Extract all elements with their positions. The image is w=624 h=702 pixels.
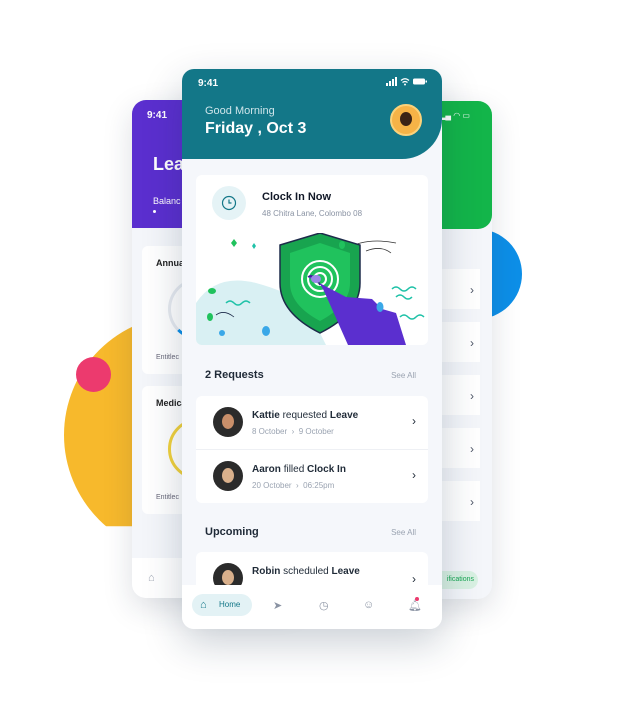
medical-entitled: Entitlec: [156, 494, 179, 501]
notification-dot: [415, 597, 419, 601]
tab-indicator: [153, 210, 156, 213]
status-icons: ▂▄ ◠ ▭: [439, 111, 470, 120]
request-summary: Aaron filled Clock In: [252, 464, 346, 475]
home-phone-screen: 9:41 Good Morning Friday , Oct 3 Clock I…: [182, 69, 442, 629]
smiley-icon[interactable]: ☺: [363, 599, 374, 611]
request-row[interactable]: Kattie requested Leave 8 October › 9 Oct…: [196, 396, 428, 449]
request-summary: Kattie requested Leave: [252, 410, 359, 421]
chevron-right-icon: ›: [470, 336, 474, 350]
annual-label: Annua: [156, 258, 184, 268]
decorative-pink-dot: [76, 357, 111, 392]
upcoming-title: Upcoming: [205, 526, 259, 538]
upcoming-summary: Robin scheduled Leave: [252, 566, 360, 577]
send-icon[interactable]: ➤: [273, 599, 282, 612]
fingerprint-illustration: [196, 233, 425, 345]
clock-in-location: 48 Chitra Lane, Colombo 08: [262, 209, 363, 218]
leave-title: Lea: [153, 154, 185, 174]
requests-list: Kattie requested Leave 8 October › 9 Oct…: [196, 396, 428, 503]
requests-title: 2 Requests: [205, 369, 264, 381]
bottom-nav: ⌂ Home ➤ ◷ ☺ 🔔︎: [182, 585, 442, 629]
status-time: 9:41: [198, 78, 219, 89]
chevron-right-icon: ›: [470, 389, 474, 403]
balance-tab[interactable]: Balanc: [153, 196, 181, 206]
request-dates: 8 October › 9 October: [252, 427, 334, 436]
avatar: [213, 461, 243, 491]
greeting-text: Good Morning: [205, 105, 275, 117]
current-date: Friday , Oct 3: [205, 120, 307, 137]
nav-home-label: Home: [219, 600, 241, 609]
chevron-right-icon[interactable]: ›: [412, 414, 416, 428]
avatar: [213, 407, 243, 437]
chevron-right-icon: ›: [470, 495, 474, 509]
clock-icon: [212, 186, 246, 220]
home-icon[interactable]: ⌂: [148, 572, 155, 584]
nav-home-button[interactable]: ⌂ Home: [192, 594, 252, 616]
user-avatar[interactable]: [390, 104, 422, 136]
chevron-right-icon[interactable]: ›: [412, 572, 416, 586]
bell-icon[interactable]: 🔔︎: [408, 599, 422, 612]
chevron-right-icon: ›: [470, 442, 474, 456]
annual-entitled: Entitlec: [156, 354, 179, 361]
clock-icon[interactable]: ◷: [319, 599, 329, 612]
chevron-right-icon[interactable]: ›: [412, 468, 416, 482]
chevron-right-icon: ›: [470, 283, 474, 297]
request-row[interactable]: Aaron filled Clock In 20 October › 06:25…: [196, 449, 428, 503]
home-icon: ⌂: [200, 599, 207, 611]
status-time: 9:41: [147, 110, 168, 121]
home-header: 9:41 Good Morning Friday , Oct 3: [182, 69, 442, 159]
request-dates: 20 October › 06:25pm: [252, 481, 335, 490]
requests-see-all-link[interactable]: See All: [391, 371, 416, 380]
signal-wifi-battery-icon: [386, 77, 427, 86]
status-icons: [386, 77, 428, 88]
clock-in-card[interactable]: Clock In Now 48 Chitra Lane, Colombo 08: [196, 175, 428, 345]
upcoming-see-all-link[interactable]: See All: [391, 528, 416, 537]
clock-in-title: Clock In Now: [262, 191, 332, 203]
